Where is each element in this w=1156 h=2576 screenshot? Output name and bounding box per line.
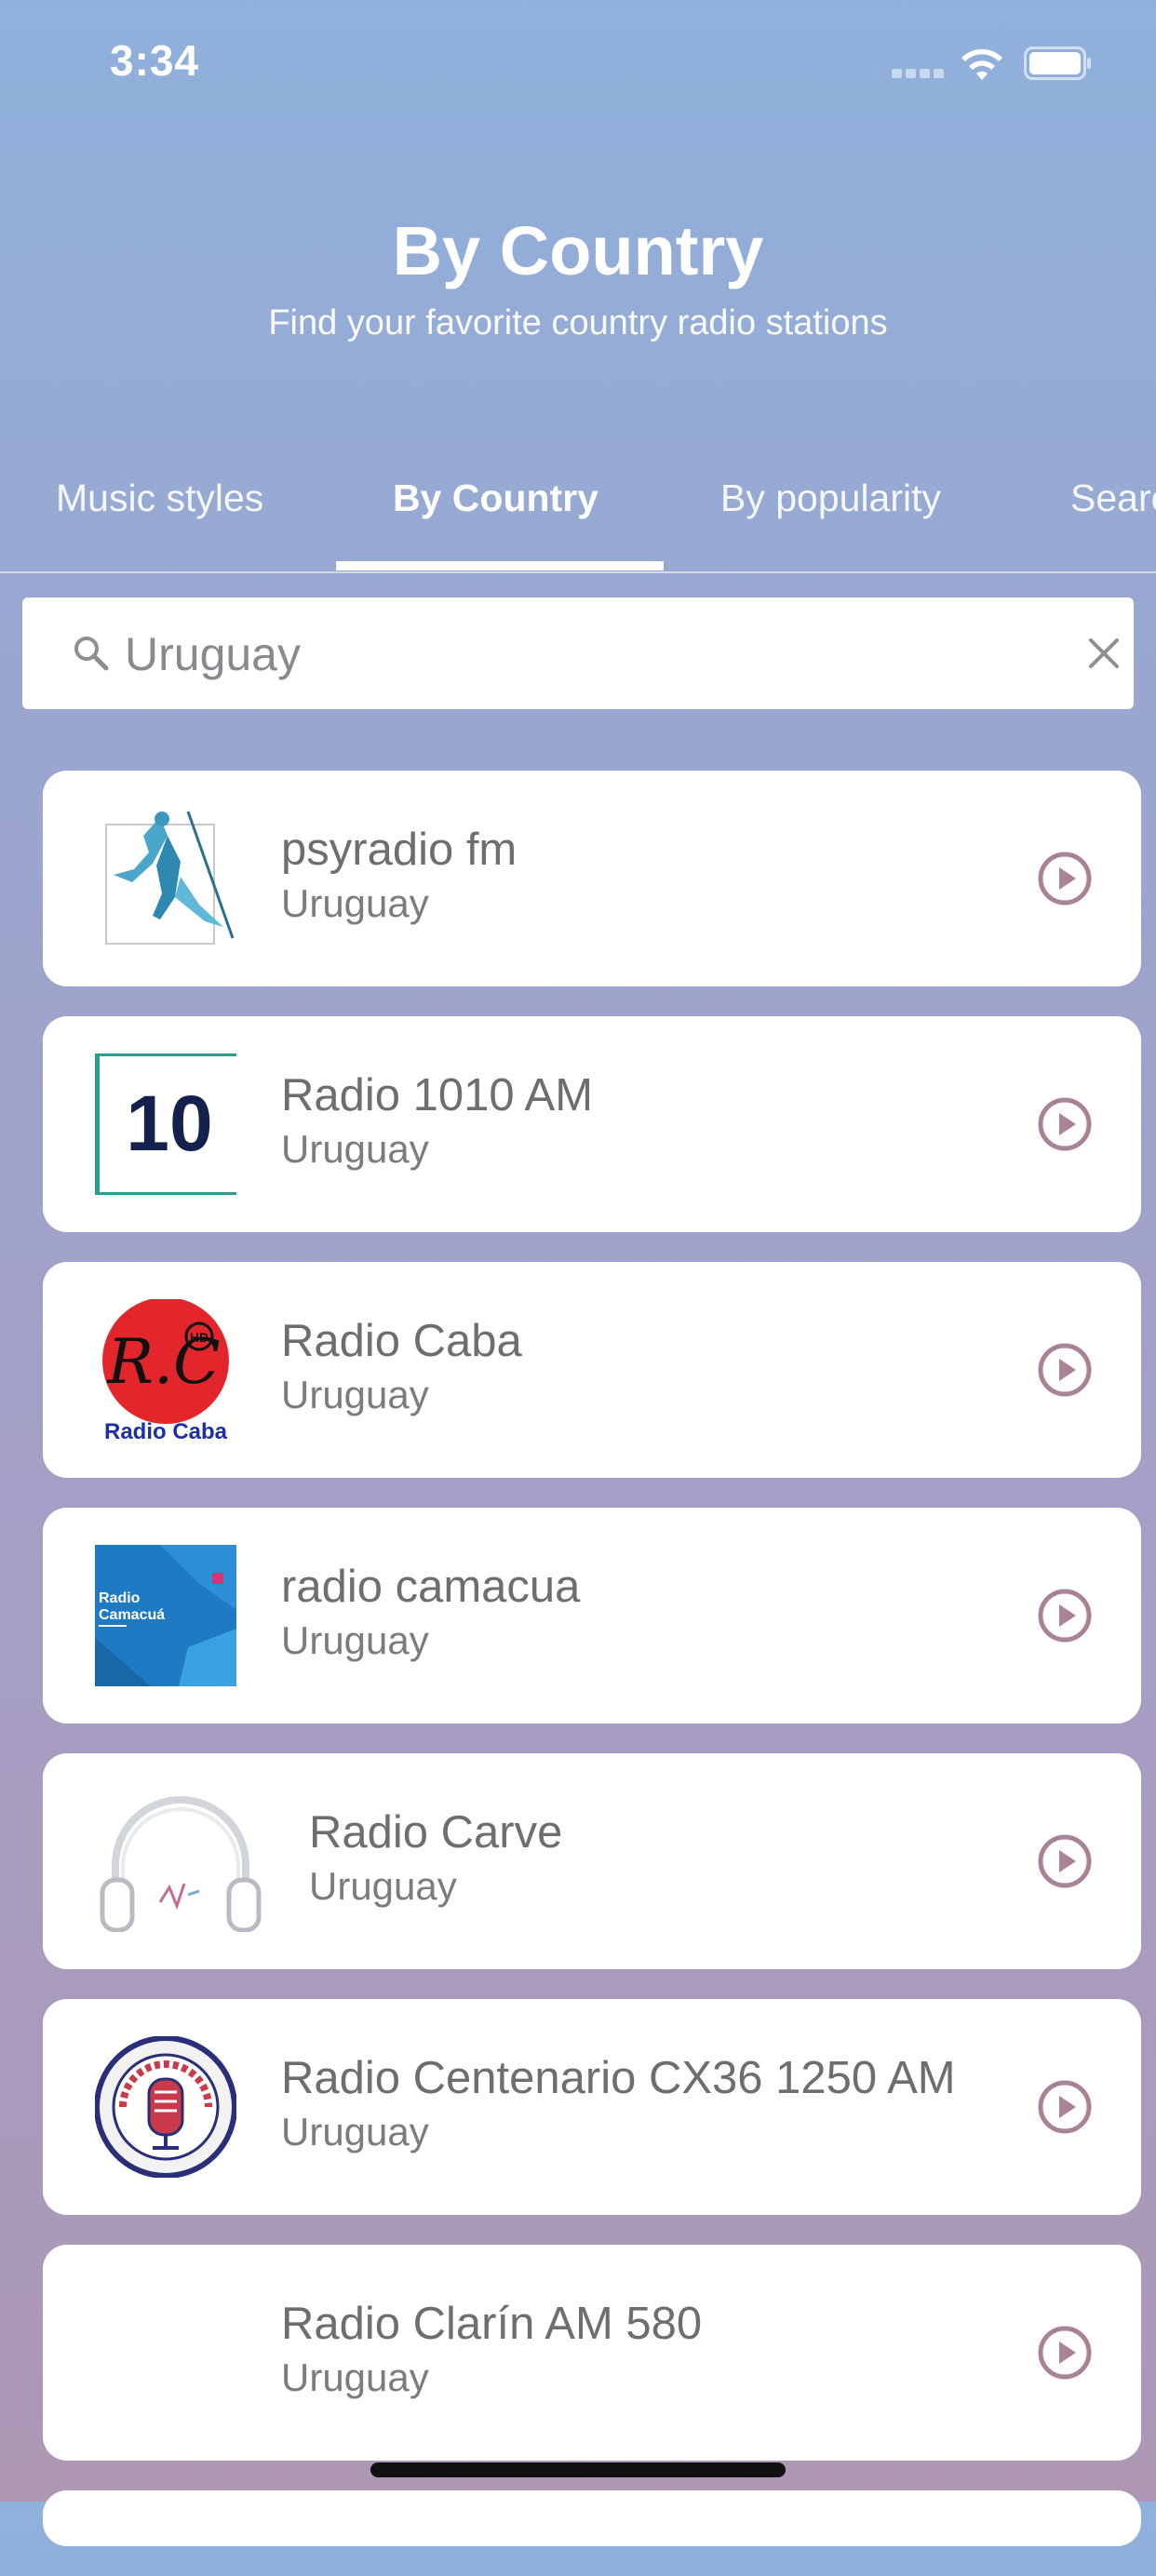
station-card[interactable]: Radio Clarín AM 580 Uruguay	[43, 2245, 1141, 2461]
station-text: Radio Carve Uruguay	[309, 1804, 562, 1912]
tab-music-styles[interactable]: Music styles	[56, 476, 263, 520]
station-text: Radio Centenario CX36 1250 AM Uruguay	[281, 2049, 956, 2157]
play-icon[interactable]	[1037, 1096, 1093, 1152]
station-country: Uruguay	[281, 1127, 429, 1171]
search-icon	[74, 637, 109, 671]
station-name: Radio Carve	[309, 1807, 563, 1858]
radio-1010-logo: 10	[95, 1053, 236, 1195]
svg-text:HD: HD	[190, 1330, 208, 1345]
svg-text:10: 10	[126, 1080, 212, 1167]
page-header: By Country Find your favorite country ra…	[0, 205, 1156, 343]
station-name: radio camacua	[281, 1562, 581, 1612]
tabs-divider	[0, 571, 1156, 573]
station-name: Radio Clarín AM 580	[281, 2299, 703, 2349]
cellular-signal-icon	[892, 69, 944, 78]
play-icon[interactable]	[1037, 851, 1093, 906]
play-icon[interactable]	[1037, 1833, 1093, 1889]
play-icon[interactable]	[1037, 1588, 1093, 1644]
status-bar: 3:34	[0, 0, 1156, 130]
search-bar	[22, 597, 1134, 709]
station-card[interactable]: psyradio fm Uruguay	[43, 771, 1141, 986]
station-country: Uruguay	[281, 1373, 429, 1416]
page-subtitle: Find your favorite country radio station…	[268, 303, 888, 342]
svg-text:Radio: Radio	[99, 1590, 141, 1606]
home-indicator	[370, 2462, 786, 2477]
tab-by-popularity[interactable]: By popularity	[720, 476, 941, 520]
wifi-icon	[961, 48, 1002, 80]
station-text: Radio Caba Uruguay	[281, 1312, 522, 1420]
station-card[interactable]: 10 Radio 1010 AM Uruguay	[43, 1016, 1141, 1232]
svg-text:Camacuá: Camacuá	[99, 1607, 165, 1623]
station-card[interactable]: Radio Centenario CX36 1250 AM Uruguay	[43, 1999, 1141, 2215]
tab-by-country[interactable]: By Country	[393, 476, 598, 520]
page-title: By Country	[392, 212, 764, 289]
radio-camacua-logo: Radio Camacuá	[95, 1545, 236, 1686]
active-tab-indicator	[336, 561, 664, 570]
station-text: psyradio fm Uruguay	[281, 821, 517, 929]
radio-caba-logo: R.C HD Radio Caba	[102, 1299, 229, 1441]
play-icon[interactable]	[1037, 1342, 1093, 1398]
station-card[interactable]: R.C HD Radio Caba Radio Caba Uruguay	[43, 1262, 1141, 1478]
play-icon[interactable]	[1037, 2079, 1093, 2135]
headphones-icon	[100, 1796, 262, 1932]
radio-centenario-logo	[95, 2036, 236, 2178]
station-name: Radio Caba	[281, 1316, 522, 1366]
station-card[interactable]: Radio Camacuá radio camacua Uruguay	[43, 1508, 1141, 1724]
station-card[interactable]	[43, 2490, 1141, 2546]
station-text: Radio 1010 AM Uruguay	[281, 1067, 593, 1174]
station-name: Radio 1010 AM	[281, 1070, 594, 1120]
search-input[interactable]	[123, 616, 1020, 692]
tab-search[interactable]: Search	[1070, 476, 1156, 520]
station-card[interactable]: Radio Carve Uruguay	[43, 1753, 1141, 1969]
station-text: Radio Clarín AM 580 Uruguay	[281, 2295, 702, 2403]
battery-icon	[1024, 47, 1091, 80]
station-country: Uruguay	[309, 1864, 457, 1908]
station-list: psyradio fm Uruguay 10 Radio 1010 AM Uru…	[43, 771, 1141, 2576]
svg-text:Radio Caba: Radio Caba	[104, 1419, 228, 1441]
station-name: psyradio fm	[281, 825, 518, 875]
play-icon[interactable]	[1037, 2325, 1093, 2381]
station-country: Uruguay	[281, 881, 429, 925]
station-country: Uruguay	[281, 1618, 429, 1662]
clear-search-icon[interactable]	[1085, 635, 1122, 672]
station-country: Uruguay	[281, 2110, 429, 2153]
status-time: 3:34	[110, 36, 200, 85]
category-tabs: Music styles By Country By popularity Se…	[0, 465, 1156, 573]
station-country: Uruguay	[281, 2355, 429, 2399]
station-name: Radio Centenario CX36 1250 AM	[281, 2053, 956, 2103]
station-text: radio camacua Uruguay	[281, 1558, 580, 1666]
psyradio-logo	[105, 811, 235, 945]
